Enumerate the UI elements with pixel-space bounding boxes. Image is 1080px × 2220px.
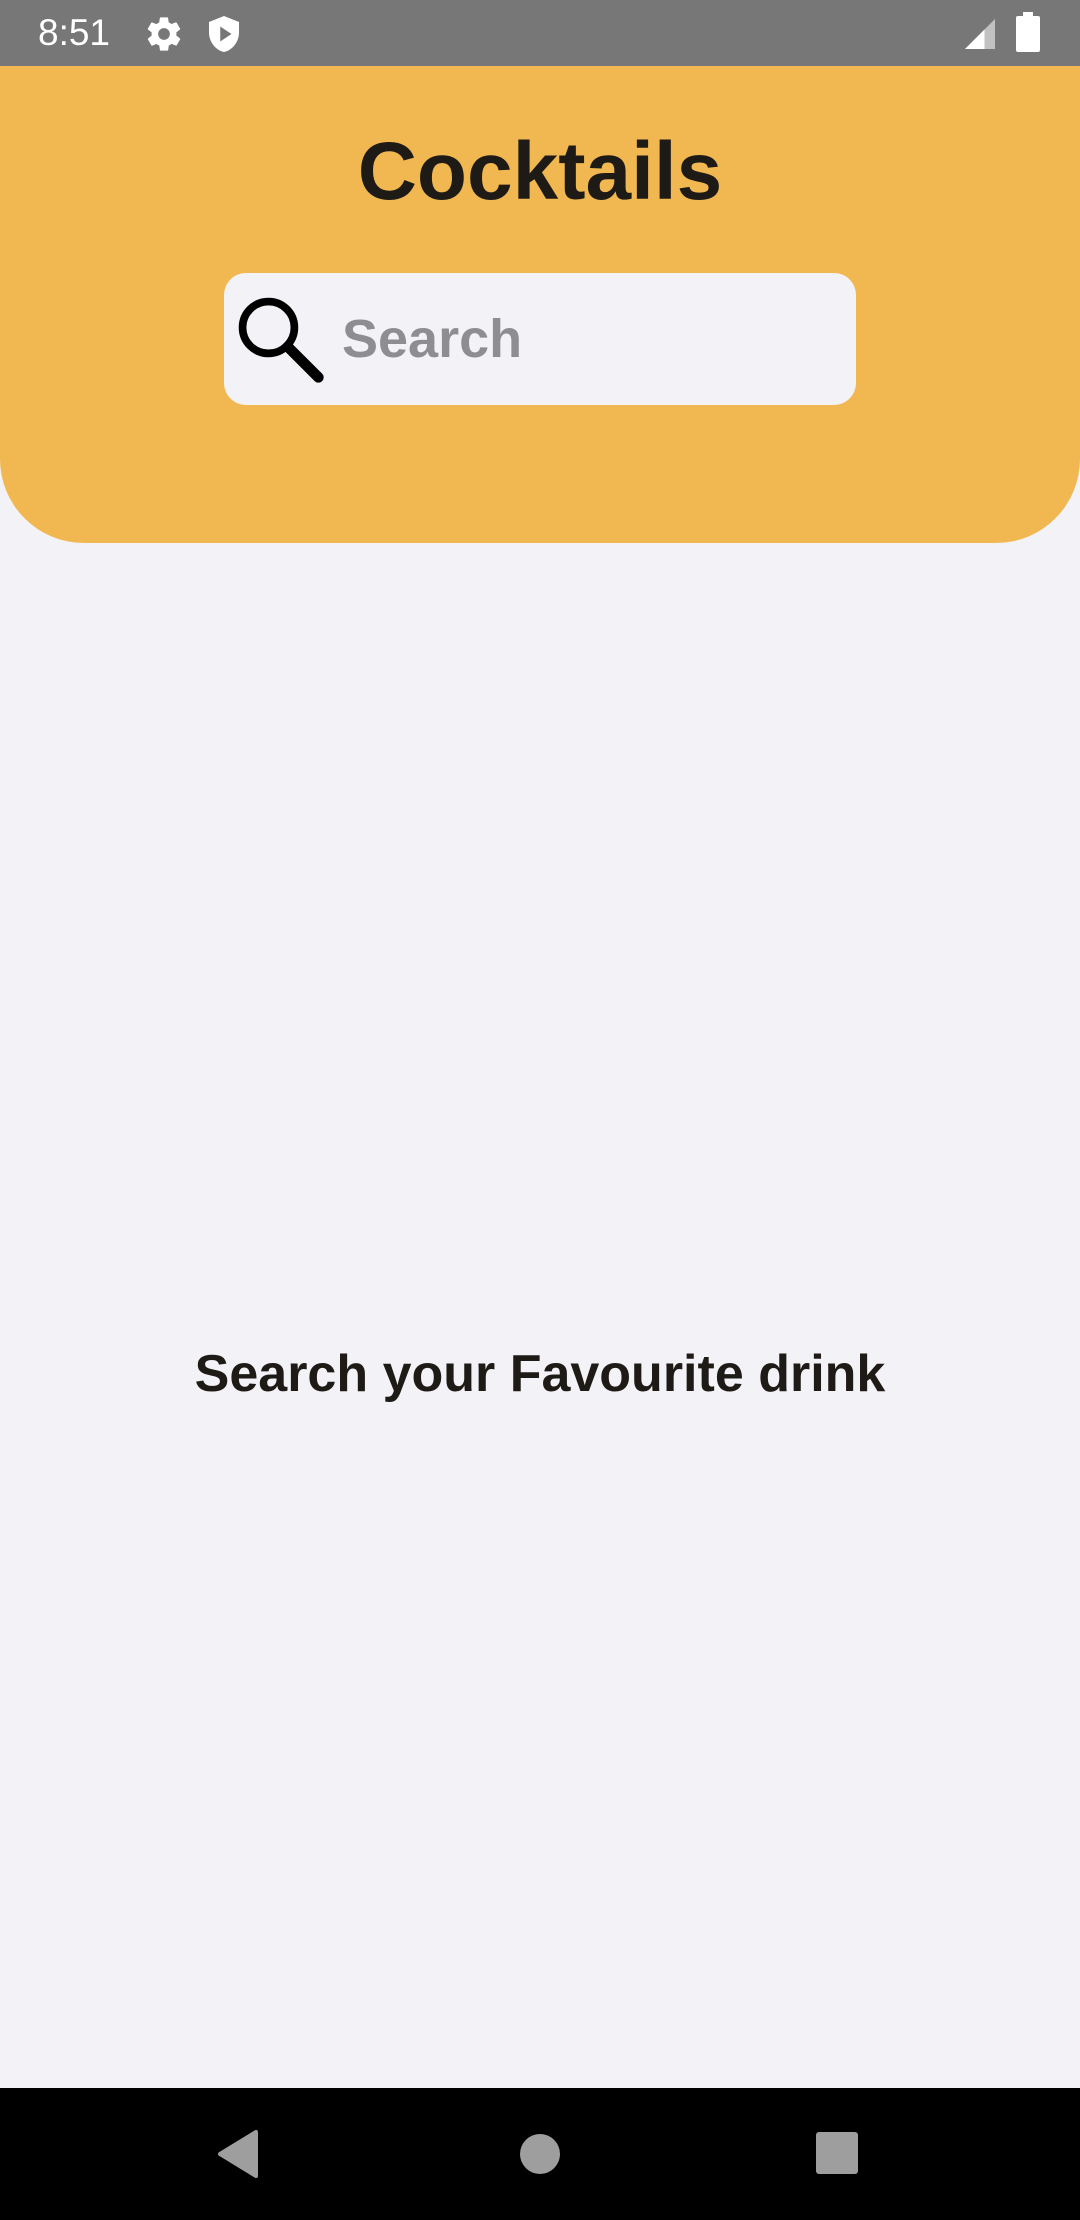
recents-icon[interactable] <box>806 2122 870 2186</box>
gear-icon <box>147 17 181 51</box>
signal-icon <box>965 19 995 49</box>
search-icon <box>238 297 324 383</box>
status-time: 8:51 <box>38 12 111 53</box>
navigation-bar <box>0 2088 1080 2220</box>
battery-icon <box>1016 12 1040 52</box>
back-icon[interactable] <box>208 2122 272 2186</box>
screen: 8:51 Cocktails Search your Favouri <box>0 0 1080 2220</box>
search-input[interactable] <box>342 299 832 379</box>
shield-play-icon <box>209 16 239 52</box>
header: Cocktails <box>0 66 1080 543</box>
search-box[interactable] <box>224 273 856 405</box>
status-bar: 8:51 <box>0 0 1080 66</box>
page-title: Cocktails <box>357 126 723 217</box>
home-icon[interactable] <box>508 2122 572 2186</box>
empty-state-message: Search your Favourite drink <box>194 1345 886 1403</box>
